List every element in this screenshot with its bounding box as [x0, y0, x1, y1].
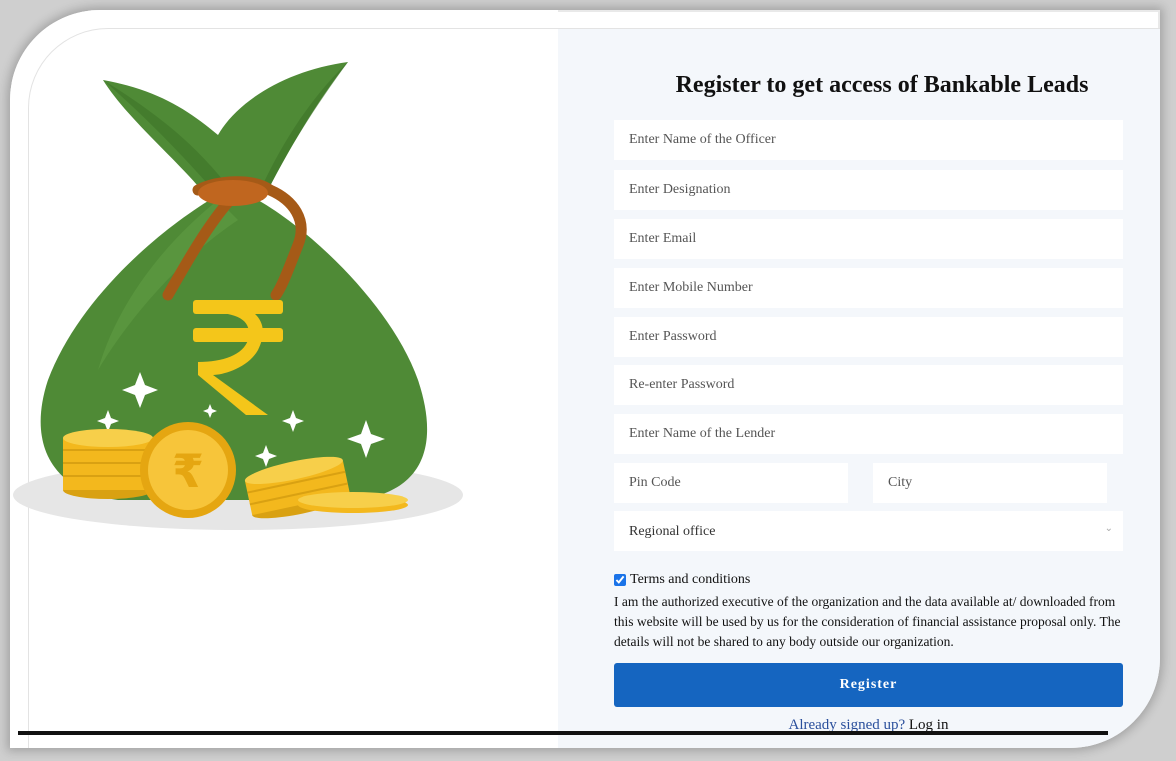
money-bag-illustration: ₹ — [8, 50, 488, 555]
city-field[interactable] — [873, 463, 1107, 503]
officer-name-field[interactable] — [614, 120, 1123, 160]
bottom-divider — [18, 731, 1108, 735]
terms-text: I am the authorized executive of the org… — [614, 594, 1121, 649]
reenter-password-field[interactable] — [614, 365, 1123, 405]
svg-text:₹: ₹ — [172, 444, 204, 498]
terms-label: Terms and conditions — [630, 572, 751, 587]
page-title: Register to get access of Bankable Leads — [675, 72, 1089, 98]
regional-office-select-wrap: Regional office ⌄ — [614, 511, 1123, 551]
lender-name-field[interactable] — [614, 414, 1123, 454]
pin-code-field[interactable] — [614, 463, 848, 503]
register-button[interactable]: Register — [614, 663, 1123, 707]
terms-checkbox[interactable] — [614, 574, 626, 586]
regional-office-select[interactable]: Regional office — [614, 511, 1123, 551]
designation-field[interactable] — [614, 170, 1123, 210]
email-field[interactable] — [614, 219, 1123, 259]
mobile-number-field[interactable] — [614, 268, 1123, 308]
terms-row: Terms and conditions — [614, 572, 750, 588]
password-field[interactable] — [614, 317, 1123, 357]
chevron-down-icon: ⌄ — [1104, 523, 1113, 534]
